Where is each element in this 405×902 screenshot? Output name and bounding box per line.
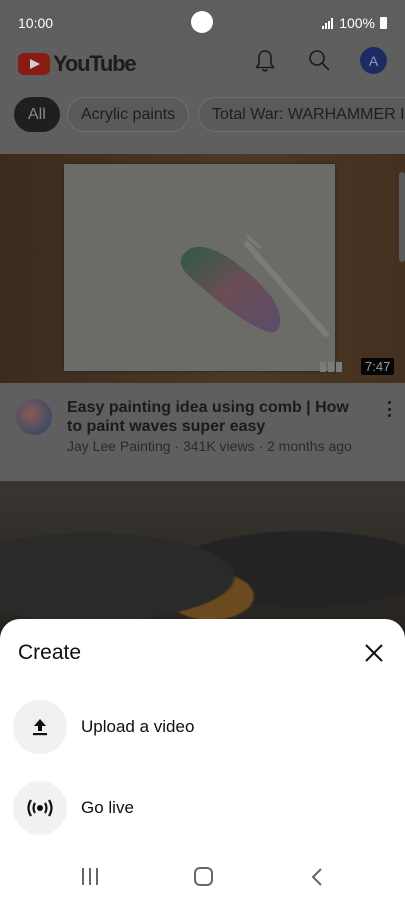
status-indicators: 100% (322, 15, 387, 31)
logo-text: YouTube (53, 51, 137, 76)
go-live-button[interactable]: Go live (0, 777, 405, 839)
scrollbar-handle[interactable] (399, 172, 405, 262)
chip-total-war-warhammer[interactable]: Total War: WARHAMMER II (198, 97, 405, 132)
status-time: 10:00 (18, 15, 54, 31)
video-duration: 7:47 (361, 358, 395, 375)
battery-icon (380, 17, 387, 29)
battery-percent: 100% (339, 15, 375, 31)
home-icon[interactable] (194, 867, 213, 886)
youtube-logo[interactable]: YouTube (18, 51, 137, 77)
upload-icon-circle (13, 700, 67, 754)
search-icon[interactable] (307, 48, 331, 72)
app-bar: YouTube A (0, 40, 405, 85)
front-camera (191, 11, 213, 33)
go-live-label: Go live (81, 798, 134, 817)
painting-illustration (180, 234, 329, 337)
upload-video-label: Upload a video (81, 717, 195, 736)
signal-icon (322, 17, 334, 29)
close-icon[interactable] (362, 641, 386, 665)
notifications-bell-icon[interactable] (253, 48, 277, 74)
video-meta: Jay Lee Painting · 341K views · 2 months… (67, 438, 352, 454)
back-icon[interactable] (310, 867, 324, 887)
video-thumbnail-cats[interactable] (0, 481, 405, 641)
upload-icon (33, 719, 47, 736)
play-logo-icon (18, 53, 50, 75)
recent-apps-icon[interactable] (82, 868, 98, 885)
account-avatar[interactable]: A (360, 47, 387, 74)
sheet-title: Create (18, 641, 82, 664)
video-thumbnail[interactable]: 7:47 (0, 154, 405, 383)
status-bar: 10:00 100% (0, 0, 405, 40)
thumbnail-image (64, 164, 335, 371)
quality-indicator (320, 362, 342, 372)
system-navigation-bar (0, 856, 405, 902)
live-broadcast-icon (27, 799, 53, 817)
upload-video-button[interactable]: Upload a video (0, 696, 405, 758)
more-options-icon[interactable] (385, 401, 393, 417)
chip-acrylic-paints[interactable]: Acrylic paints (67, 97, 190, 132)
video-title[interactable]: Easy painting idea using comb | How to p… (67, 398, 367, 436)
channel-avatar[interactable] (16, 399, 52, 435)
filter-chips-bar: All Acrylic paints Total War: WARHAMMER … (0, 85, 405, 145)
chip-all[interactable]: All (14, 97, 60, 132)
video-info[interactable]: Easy painting idea using comb | How to p… (0, 383, 405, 481)
live-icon-circle (13, 781, 67, 835)
